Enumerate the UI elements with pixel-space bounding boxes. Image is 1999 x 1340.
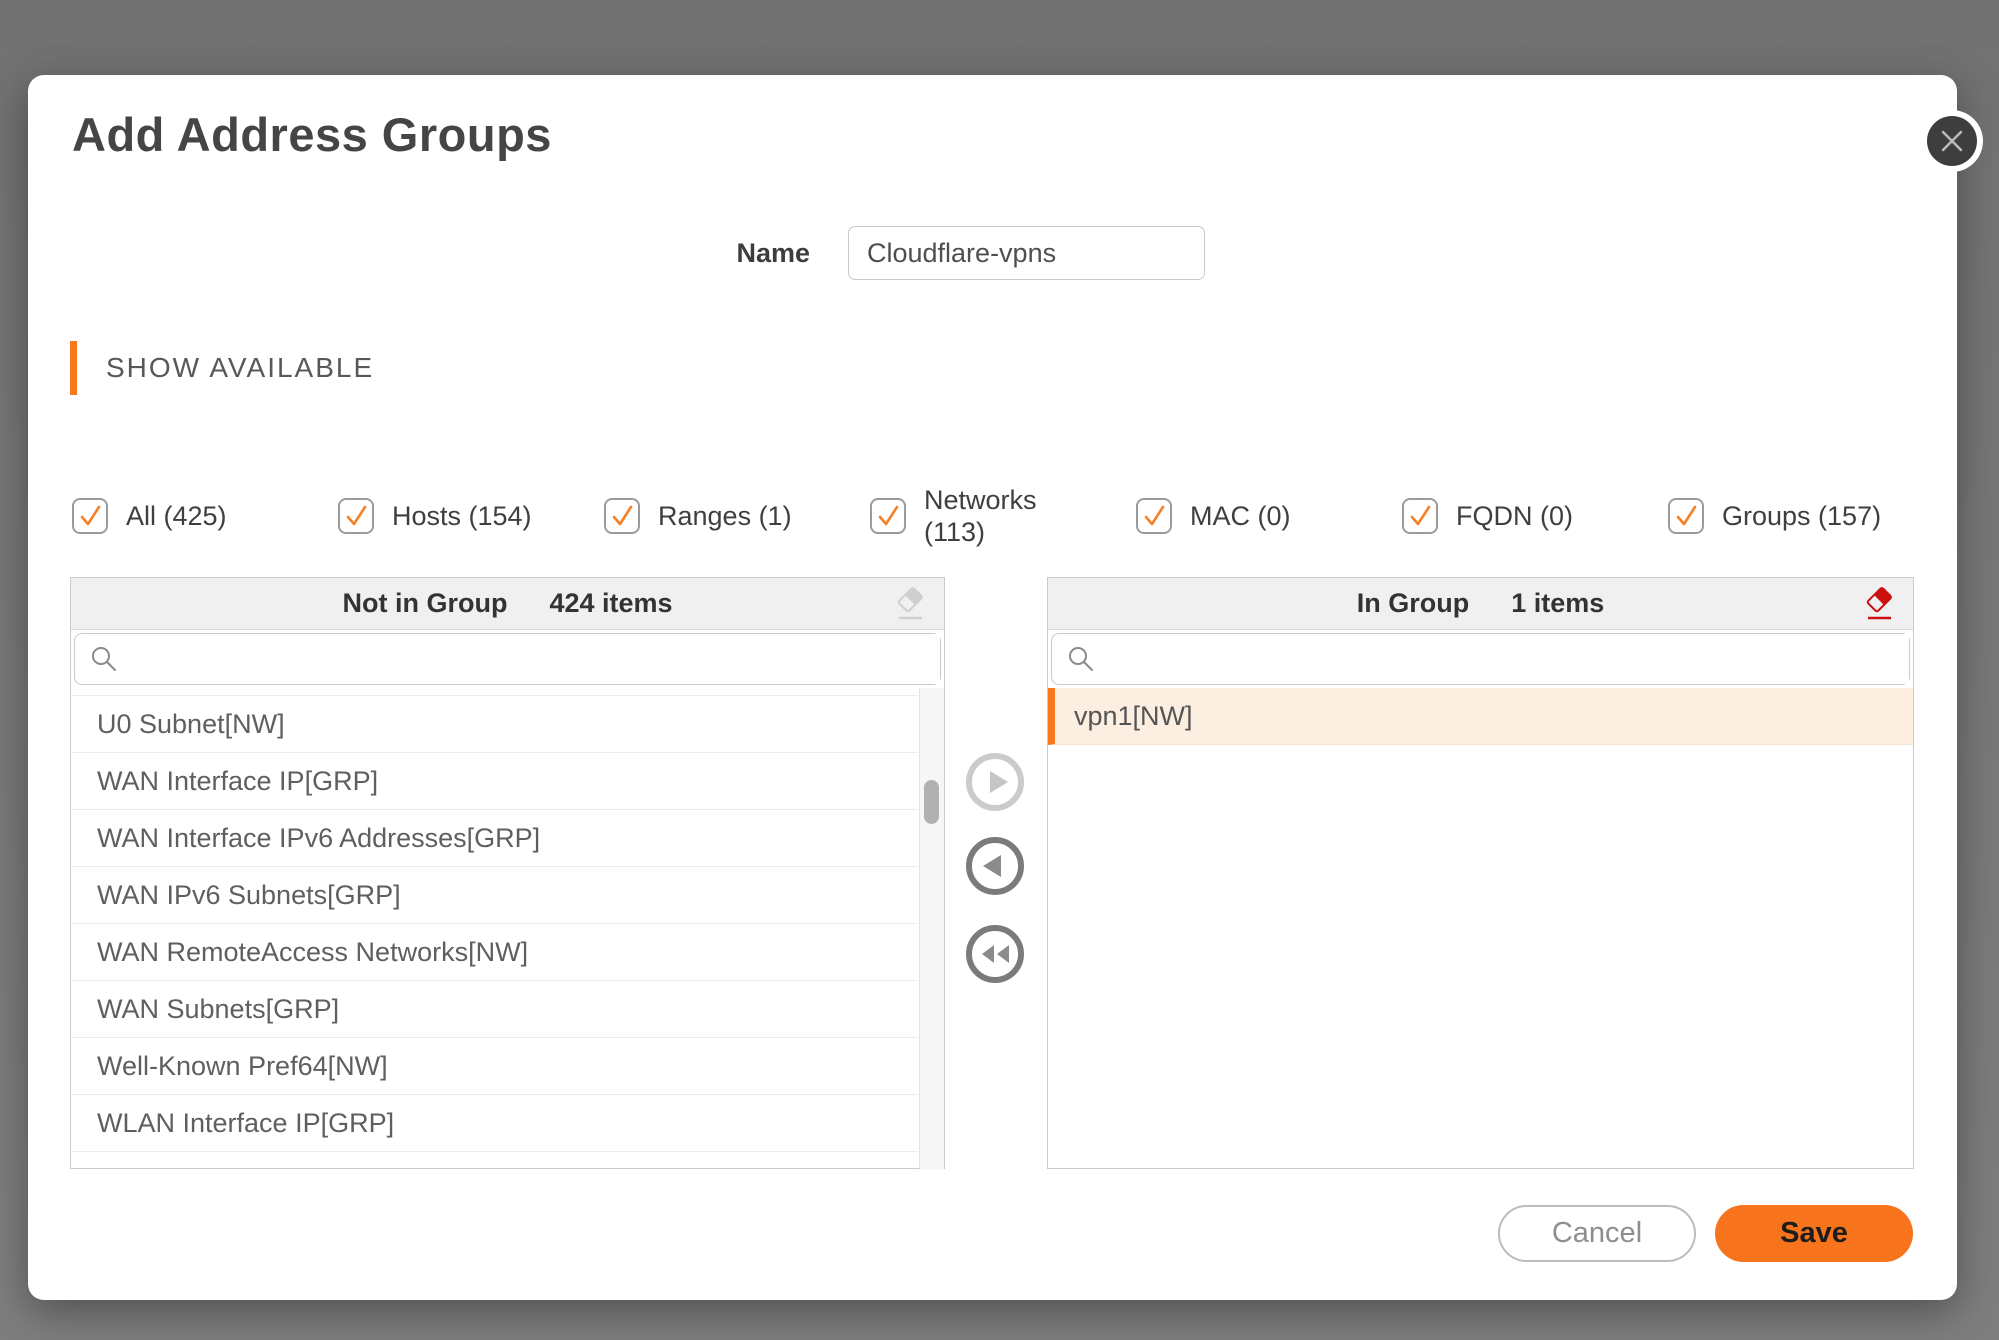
filter-checkbox-all[interactable]: All (425): [72, 468, 338, 564]
clear-left-selection-button[interactable]: [892, 586, 928, 622]
arrow-right-icon: [965, 752, 1025, 812]
name-label: Name: [548, 226, 810, 280]
filter-label: Hosts (154): [392, 500, 532, 532]
filter-checkbox-ranges[interactable]: Ranges (1): [604, 468, 870, 564]
right-search-input[interactable]: [1106, 634, 1909, 684]
not-in-group-panel: Not in Group 424 items U0 Subne: [70, 577, 945, 1169]
search-icon: [1066, 644, 1096, 674]
cancel-button[interactable]: Cancel: [1498, 1205, 1696, 1262]
move-all-left-button[interactable]: [965, 924, 1025, 984]
list-item-selected[interactable]: vpn1[NW]: [1048, 688, 1913, 745]
eraser-icon: [1861, 586, 1897, 622]
filter-checkbox-fqdn[interactable]: FQDN (0): [1402, 468, 1668, 564]
close-icon: [1939, 128, 1965, 154]
in-group-list: vpn1[NW]: [1048, 688, 1913, 1170]
panel-count: 1 items: [1511, 588, 1604, 619]
search-icon: [89, 644, 119, 674]
clear-right-selection-button[interactable]: [1861, 586, 1897, 622]
not-in-group-header: Not in Group 424 items: [71, 578, 944, 630]
scrollbar-track[interactable]: [919, 688, 944, 1170]
close-button[interactable]: [1927, 116, 1977, 166]
checkbox-checked-icon: [1402, 498, 1438, 534]
add-address-groups-dialog: Add Address Groups Name SHOW AVAILABLE A…: [28, 75, 1957, 1300]
list-item[interactable]: WAN Interface IP[GRP]: [71, 753, 918, 810]
not-in-group-list: U0 Subnet[NW] WAN Interface IP[GRP] WAN …: [71, 688, 944, 1170]
in-group-panel: In Group 1 items vpn1[NW]: [1047, 577, 1914, 1169]
transfer-controls: [944, 577, 1047, 1169]
checkbox-checked-icon: [72, 498, 108, 534]
list-item[interactable]: WAN Interface IPv6 Addresses[GRP]: [71, 810, 918, 867]
filter-checkbox-networks[interactable]: Networks (113): [870, 468, 1136, 564]
filter-checkbox-mac[interactable]: MAC (0): [1136, 468, 1402, 564]
filter-label: Groups (157): [1722, 500, 1881, 532]
section-label: SHOW AVAILABLE: [106, 341, 374, 395]
filter-checkbox-hosts[interactable]: Hosts (154): [338, 468, 604, 564]
filter-label: Ranges (1): [658, 500, 792, 532]
checkbox-checked-icon: [1668, 498, 1704, 534]
checkbox-checked-icon: [604, 498, 640, 534]
filter-label: MAC (0): [1190, 500, 1291, 532]
panel-title: In Group: [1357, 588, 1469, 619]
move-right-button[interactable]: [965, 752, 1025, 812]
double-arrow-left-icon: [965, 924, 1025, 984]
list-item[interactable]: Well-Known Pref64[NW]: [71, 1038, 918, 1095]
filter-label: FQDN (0): [1456, 500, 1573, 532]
right-search-field: [1051, 633, 1910, 685]
move-left-button[interactable]: [965, 836, 1025, 896]
list-item[interactable]: U0 Subnet[NW]: [71, 696, 918, 753]
filter-label: Networks (113): [924, 484, 1052, 548]
section-accent-bar: [70, 341, 77, 395]
panel-title: Not in Group: [342, 588, 507, 619]
list-item[interactable]: WAN IPv6 Subnets[GRP]: [71, 867, 918, 924]
list-item[interactable]: WAN RemoteAccess Networks[NW]: [71, 924, 918, 981]
partial-row: [71, 688, 918, 696]
filter-checkbox-groups[interactable]: Groups (157): [1668, 468, 1934, 564]
name-input[interactable]: [848, 226, 1205, 280]
scrollbar-thumb[interactable]: [924, 780, 939, 824]
page-title: Add Address Groups: [72, 107, 552, 162]
filter-label: All (425): [126, 500, 227, 532]
save-button[interactable]: Save: [1715, 1205, 1913, 1262]
in-group-header: In Group 1 items: [1048, 578, 1913, 630]
checkbox-checked-icon: [1136, 498, 1172, 534]
left-search-input[interactable]: [129, 634, 940, 684]
list-item[interactable]: WLAN Interface IP[GRP]: [71, 1095, 918, 1152]
arrow-left-icon: [965, 836, 1025, 896]
list-item[interactable]: WAN Subnets[GRP]: [71, 981, 918, 1038]
filter-row: All (425) Hosts (154) Ranges (1) Network…: [72, 468, 1942, 564]
checkbox-checked-icon: [870, 498, 906, 534]
eraser-icon: [892, 586, 928, 622]
panel-count: 424 items: [549, 588, 672, 619]
checkbox-checked-icon: [338, 498, 374, 534]
left-search-field: [74, 633, 941, 685]
